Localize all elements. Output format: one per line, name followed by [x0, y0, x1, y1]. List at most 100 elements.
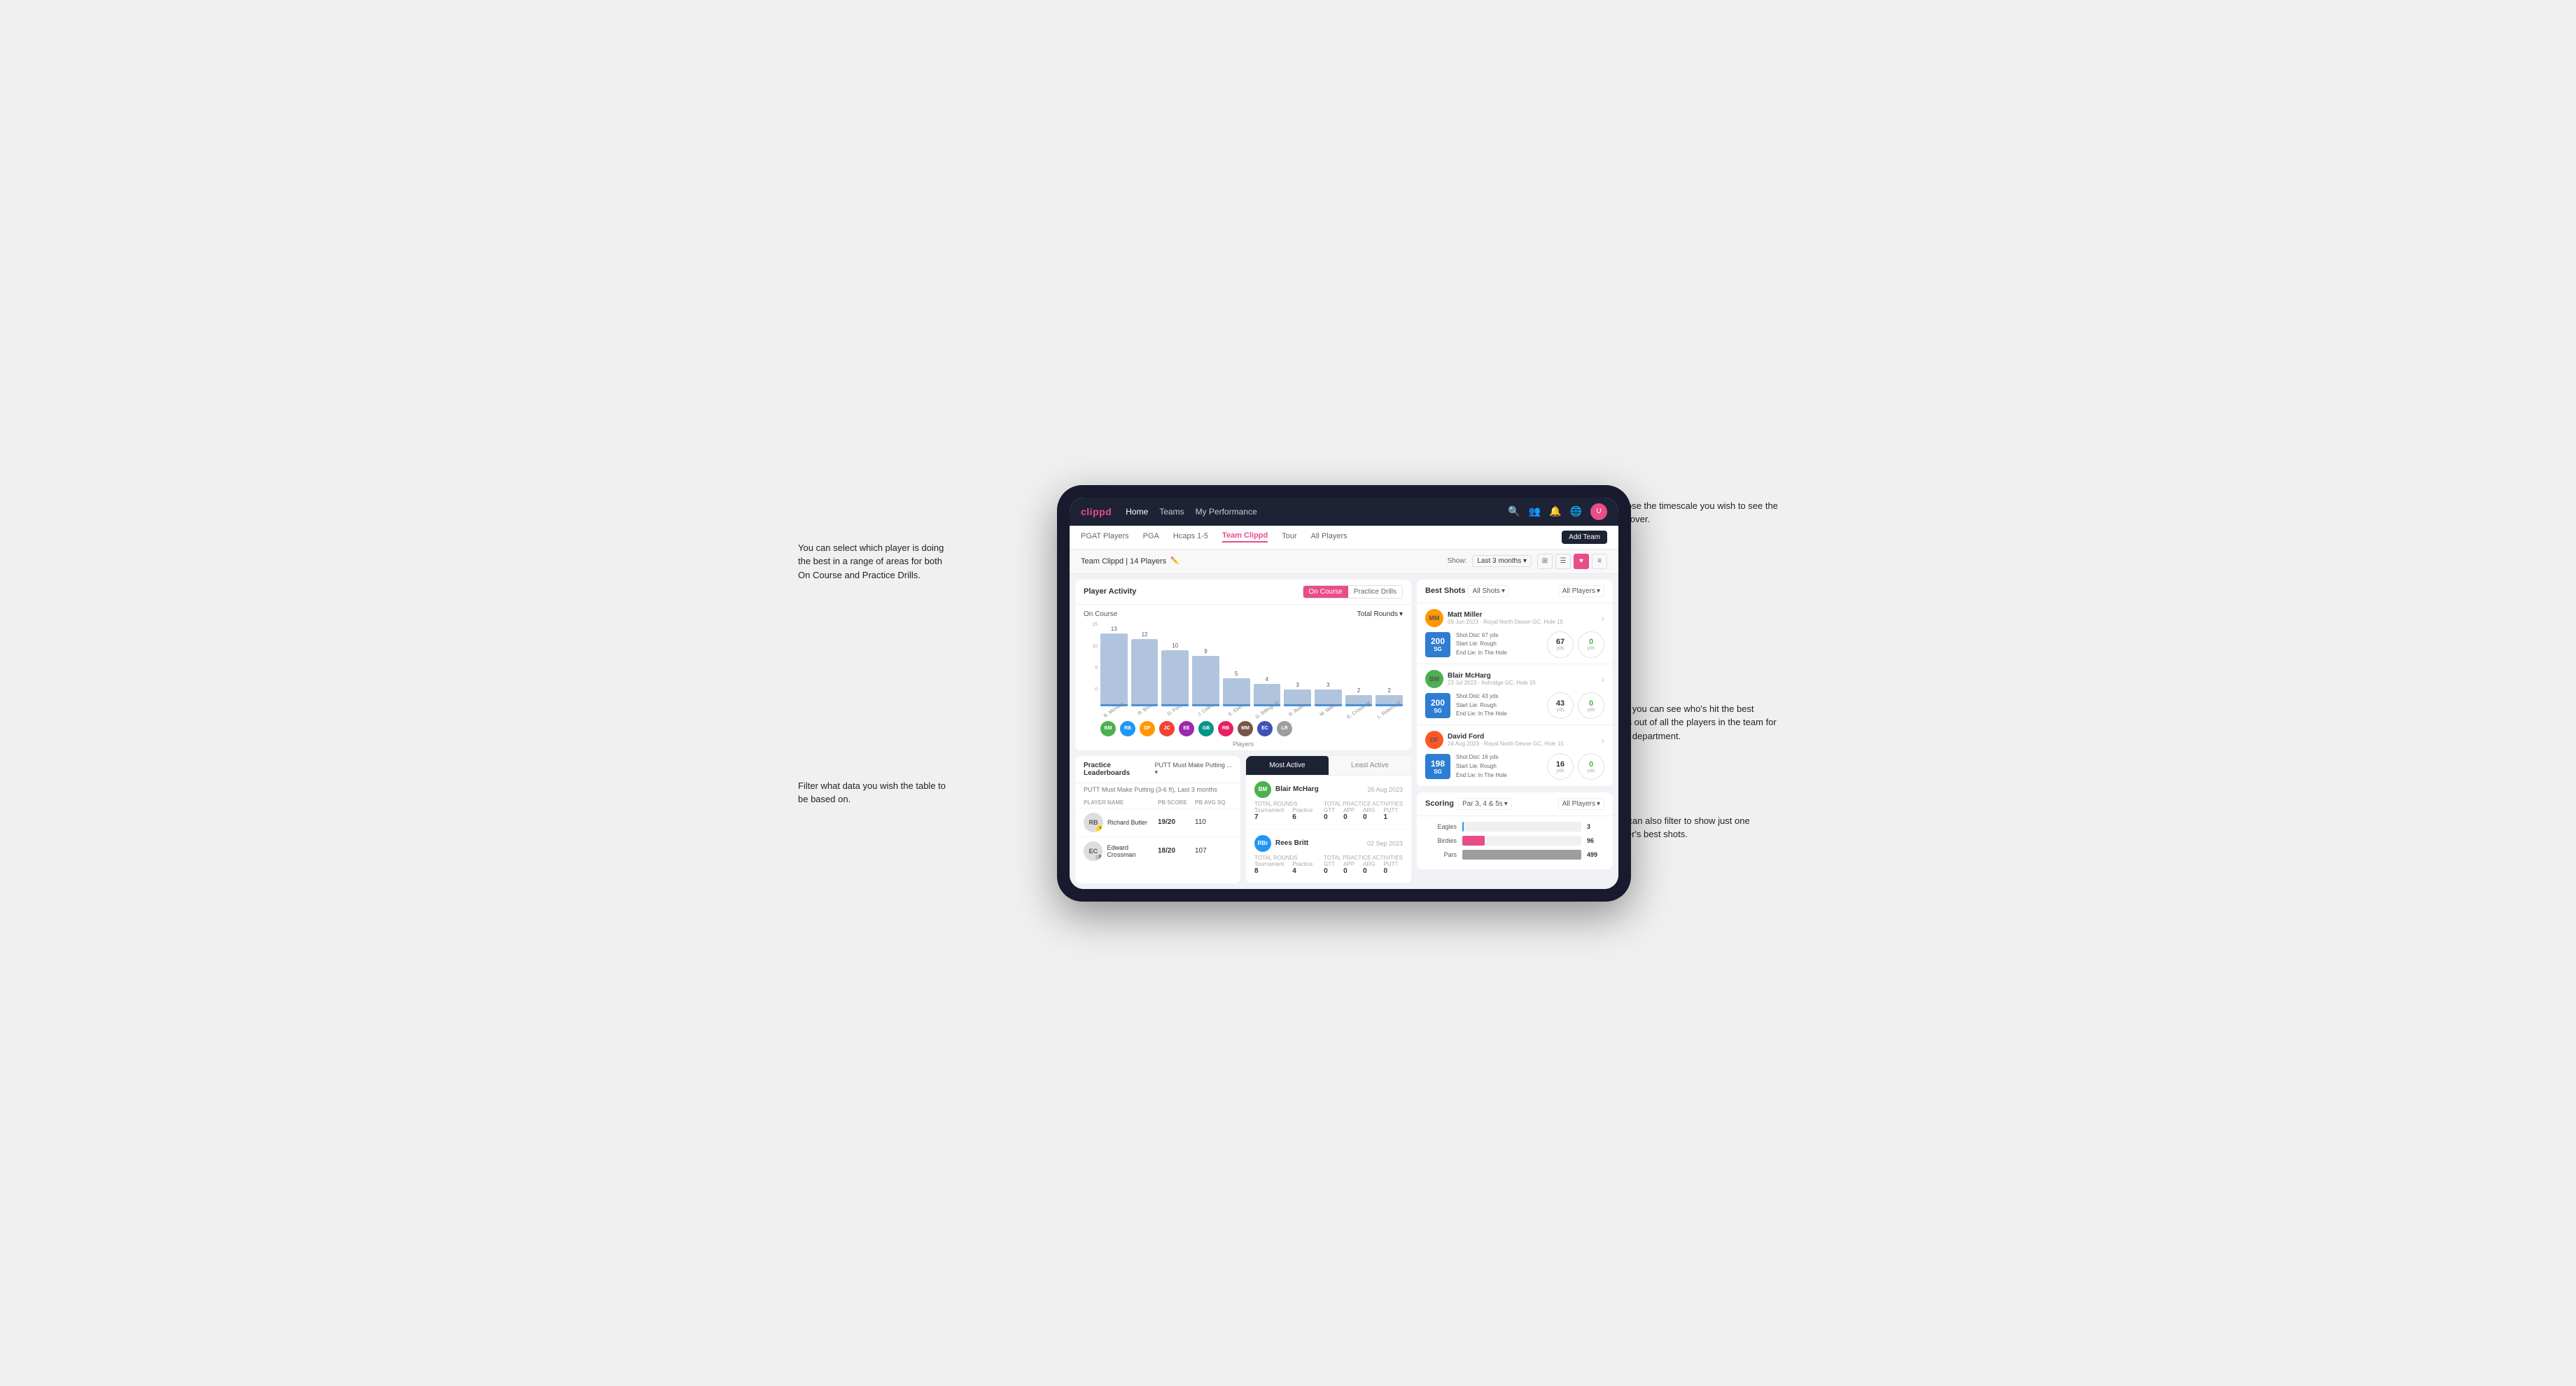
- shot-player-row-1: BM Blair McHarg 23 Jul 2023 · Ashridge G…: [1425, 670, 1604, 688]
- subnav-hcaps[interactable]: Hcaps 1-5: [1173, 532, 1208, 542]
- annotation-timescale: Choose the timescale you wish to see the…: [1610, 499, 1778, 526]
- shot-player-info-1: BM Blair McHarg 23 Jul 2023 · Ashridge G…: [1425, 670, 1536, 688]
- nav-teams[interactable]: Teams: [1159, 507, 1184, 517]
- user-avatar[interactable]: U: [1590, 503, 1607, 520]
- scoring-label-pars: Pars: [1425, 851, 1457, 858]
- active-player-info-1: RBr Rees Britt: [1254, 835, 1308, 852]
- globe-icon[interactable]: 🌐: [1570, 505, 1582, 517]
- stat-total-rounds-1: Total Rounds Tournament 8 Practice: [1254, 855, 1312, 875]
- player-activity-header: Player Activity On Course Practice Drill…: [1075, 580, 1411, 605]
- edit-icon[interactable]: ✏️: [1170, 557, 1179, 565]
- scoring-val-eagles: 3: [1587, 823, 1604, 830]
- shot-chevron-1[interactable]: ›: [1601, 673, 1604, 685]
- most-active-card: Most Active Least Active BM Blair McHarg: [1246, 756, 1411, 883]
- subnav-team-clippd[interactable]: Team Clippd: [1222, 531, 1268, 542]
- shot-player-info-0: MM Matt Miller 09 Jun 2023 · Royal North…: [1425, 609, 1563, 627]
- bars-view-icon[interactable]: ≡: [1592, 554, 1607, 569]
- scoring-row-birdies: Birdies 96: [1425, 836, 1604, 846]
- shot-metric-zero-0: 0 yds: [1578, 631, 1604, 658]
- shot-metric-zero-1: 0 yds: [1578, 692, 1604, 719]
- main-content: Player Activity On Course Practice Drill…: [1070, 574, 1618, 889]
- shot-card-2: DF David Ford 24 Aug 2023 · Royal North …: [1417, 725, 1613, 786]
- show-dropdown[interactable]: Last 3 months ▾: [1472, 555, 1532, 567]
- avatar-lr: LR: [1277, 721, 1292, 736]
- list-view-icon[interactable]: ☰: [1555, 554, 1571, 569]
- shot-info-0: Shot Dist: 67 yds Start Lie: Rough End L…: [1456, 631, 1541, 658]
- player-row-0: RB 1 Richard Butler 19/20 110: [1075, 808, 1240, 836]
- active-player-top-0: BM Blair McHarg 26 Aug 2023: [1254, 781, 1403, 798]
- subnav-tour[interactable]: Tour: [1282, 532, 1296, 542]
- active-date-1: 02 Sep 2023: [1367, 840, 1403, 847]
- subnav-pgat[interactable]: PGAT Players: [1081, 532, 1129, 542]
- avatar-rb: RB: [1120, 721, 1135, 736]
- scoring-all-players-dropdown[interactable]: All Players ▾: [1558, 798, 1604, 810]
- bell-icon[interactable]: 🔔: [1549, 505, 1561, 517]
- practice-dropdown[interactable]: PUTT Must Make Putting ... ▾: [1155, 762, 1233, 776]
- navbar: clippd Home Teams My Performance 🔍 👥 🔔 🌐…: [1070, 498, 1618, 526]
- shot-avatar-0: MM: [1425, 609, 1443, 627]
- scoring-par-dropdown[interactable]: Par 3, 4 & 5s ▾: [1458, 798, 1512, 810]
- active-stats-1: Total Rounds Tournament 8 Practice: [1254, 855, 1403, 875]
- shot-badge-2: 198 SG: [1425, 754, 1450, 779]
- chart-sub-title: On Course: [1084, 610, 1117, 618]
- grid-view-icon[interactable]: ⊞: [1537, 554, 1553, 569]
- bar-group-3: 9: [1192, 648, 1219, 706]
- scoring-title: Scoring: [1425, 799, 1454, 808]
- shot-metric-zero-2: 0 yds: [1578, 753, 1604, 780]
- chart-x-label: Players: [1084, 741, 1403, 748]
- shot-player-name-1: Blair McHarg: [1448, 672, 1536, 680]
- annotation-player-filter: You can also filter to show just one pla…: [1610, 814, 1778, 841]
- shot-avatar-2: DF: [1425, 731, 1443, 749]
- pb-score-0: 19/20: [1158, 818, 1195, 826]
- avatar-df: DF: [1140, 721, 1155, 736]
- team-title: Team Clippd | 14 Players: [1081, 557, 1166, 566]
- player-activity-title: Player Activity: [1084, 587, 1136, 596]
- scoring-bar-pars: [1462, 850, 1581, 860]
- player-row-1: EC 2 Edward Crossman 18/20 107: [1075, 836, 1240, 865]
- subnav-pga[interactable]: PGA: [1143, 532, 1159, 542]
- team-header: Team Clippd | 14 Players ✏️ Show: Last 3…: [1070, 550, 1618, 574]
- bar-group-0: 13: [1100, 626, 1128, 706]
- shot-metrics-2: 16 yds 0 yds: [1547, 753, 1604, 780]
- avatar-mm: MM: [1238, 721, 1253, 736]
- scoring-row-eagles: Eagles 3: [1425, 822, 1604, 832]
- toggle-on-course[interactable]: On Course: [1303, 586, 1348, 598]
- all-shots-dropdown[interactable]: All Shots ▾: [1468, 585, 1509, 597]
- scoring-bar-wrap-pars: [1462, 850, 1581, 860]
- practice-leaderboards-card: Practice Leaderboards PUTT Must Make Put…: [1075, 756, 1240, 883]
- active-name-0: Blair McHarg: [1275, 785, 1319, 793]
- pb-score-1: 18/20: [1158, 847, 1195, 855]
- best-shots-title: Best Shots: [1425, 587, 1465, 595]
- stat-practice-1: Total Practice Activities GTT 0 APP: [1324, 855, 1403, 875]
- y-axis: 15 10 5 0: [1084, 622, 1098, 692]
- avatar-ec: EC: [1257, 721, 1273, 736]
- shot-metrics-0: 67 yds 0 yds: [1547, 631, 1604, 658]
- heart-view-icon[interactable]: ♥: [1574, 554, 1589, 569]
- scoring-bar-eagles: [1462, 822, 1464, 832]
- active-name-1: Rees Britt: [1275, 839, 1308, 847]
- player-avatar-0: RB 1: [1084, 813, 1103, 832]
- add-team-button[interactable]: Add Team: [1562, 531, 1607, 544]
- scoring-header: Scoring Par 3, 4 & 5s ▾ All Players ▾: [1417, 792, 1613, 816]
- shot-chevron-0[interactable]: ›: [1601, 612, 1604, 624]
- shot-player-name-2: David Ford: [1448, 733, 1564, 741]
- shot-info-2: Shot Dist: 16 yds Start Lie: Rough End L…: [1456, 753, 1541, 780]
- bottom-row: Practice Leaderboards PUTT Must Make Put…: [1075, 756, 1411, 883]
- navbar-right: 🔍 👥 🔔 🌐 U: [1508, 503, 1607, 520]
- chart-dropdown[interactable]: Total Rounds ▾: [1357, 610, 1403, 618]
- tab-least-active[interactable]: Least Active: [1329, 756, 1411, 775]
- chart-area: On Course Total Rounds ▾ 15 10 5: [1075, 605, 1411, 750]
- tab-most-active[interactable]: Most Active: [1246, 756, 1329, 775]
- subnav-all-players[interactable]: All Players: [1311, 532, 1348, 542]
- scoring-label-eagles: Eagles: [1425, 823, 1457, 830]
- search-icon[interactable]: 🔍: [1508, 505, 1520, 517]
- right-column: Best Shots All Shots ▾ All Players ▾: [1417, 580, 1613, 883]
- toggle-practice[interactable]: Practice Drills: [1348, 586, 1402, 598]
- annotation-player-select: You can select which player is doing the…: [798, 541, 952, 582]
- nav-my-performance[interactable]: My Performance: [1196, 507, 1257, 517]
- practice-table-header: PLAYER NAME PB SCORE PB AVG SQ: [1075, 797, 1240, 808]
- shot-chevron-2[interactable]: ›: [1601, 734, 1604, 746]
- nav-home[interactable]: Home: [1126, 507, 1148, 517]
- best-shots-all-players-dropdown[interactable]: All Players ▾: [1558, 585, 1604, 597]
- people-icon[interactable]: 👥: [1529, 505, 1541, 517]
